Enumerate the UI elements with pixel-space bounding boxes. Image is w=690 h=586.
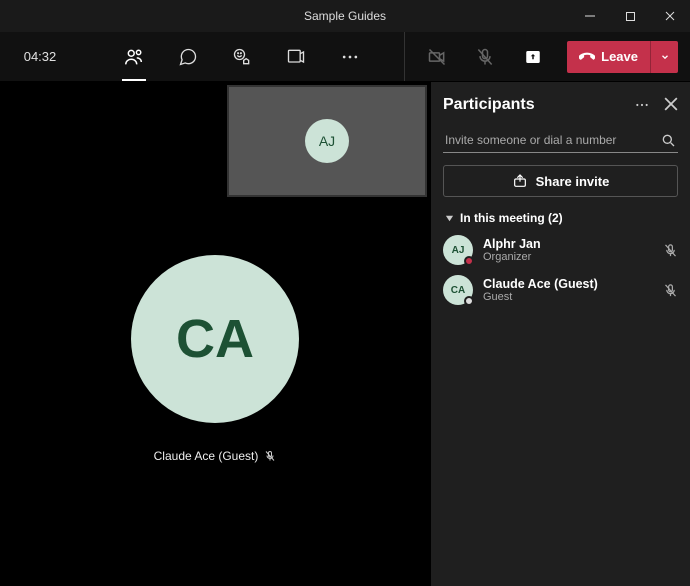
reactions-icon[interactable] [228, 43, 256, 71]
participant-name: Alphr Jan [483, 237, 653, 251]
self-tile: CA Claude Ace (Guest) [131, 255, 299, 463]
mic-off-icon[interactable] [663, 243, 678, 258]
invite-search-row [443, 128, 678, 153]
participant-row[interactable]: CA Claude Ace (Guest) Guest [443, 275, 678, 305]
share-invite-label: Share invite [536, 174, 610, 189]
toolbar-center [80, 43, 404, 71]
share-icon [512, 173, 528, 189]
avatar: CA [131, 255, 299, 423]
panel-more-icon[interactable] [634, 97, 650, 113]
presence-unknown-icon [464, 296, 474, 306]
main-area: AJ CA Claude Ace (Guest) Participants [0, 82, 690, 586]
close-window-button[interactable] [650, 0, 690, 32]
participant-name: Claude Ace (Guest) [483, 277, 653, 291]
invite-input[interactable] [445, 133, 660, 147]
panel-close-icon[interactable] [664, 97, 678, 113]
mic-off-icon [264, 450, 276, 462]
caret-down-icon [445, 214, 454, 223]
participant-list: AJ Alphr Jan Organizer CA Claude Ace (Gu… [443, 235, 678, 305]
participant-role: Organizer [483, 251, 653, 263]
section-label: In this meeting (2) [460, 211, 563, 225]
participant-thumbnail[interactable]: AJ [227, 85, 427, 197]
camera-off-icon[interactable] [423, 43, 451, 71]
titlebar: Sample Guides [0, 0, 690, 32]
call-timer: 04:32 [0, 49, 80, 64]
avatar: CA [443, 275, 473, 305]
toolbar-right: Leave [404, 32, 690, 81]
minimize-button[interactable] [570, 0, 610, 32]
chevron-down-icon [660, 52, 670, 62]
maximize-button[interactable] [610, 0, 650, 32]
participant-info: Alphr Jan Organizer [483, 237, 653, 263]
leave-main[interactable]: Leave [567, 41, 650, 73]
panel-header: Participants [443, 96, 678, 114]
call-toolbar: 04:32 [0, 32, 690, 82]
presence-busy-icon [464, 256, 474, 266]
panel-title: Participants [443, 96, 535, 114]
mic-off-icon[interactable] [663, 283, 678, 298]
participants-panel: Participants Share invite [430, 82, 690, 586]
leave-label: Leave [601, 49, 638, 64]
panel-header-actions [634, 97, 678, 113]
hangup-icon [579, 49, 595, 65]
chat-icon[interactable] [174, 43, 202, 71]
avatar: AJ [305, 119, 349, 163]
share-invite-button[interactable]: Share invite [443, 165, 678, 197]
mic-off-icon[interactable] [471, 43, 499, 71]
leave-button[interactable]: Leave [567, 41, 678, 73]
self-name-row: Claude Ace (Guest) [154, 449, 277, 463]
participant-info: Claude Ace (Guest) Guest [483, 277, 653, 303]
more-icon[interactable] [336, 43, 364, 71]
rooms-icon[interactable] [282, 43, 310, 71]
participant-role: Guest [483, 291, 653, 303]
share-screen-icon[interactable] [519, 43, 547, 71]
video-stage: AJ CA Claude Ace (Guest) [0, 82, 430, 586]
avatar: AJ [443, 235, 473, 265]
leave-chevron[interactable] [650, 41, 678, 73]
window-controls [570, 0, 690, 32]
self-name-label: Claude Ace (Guest) [154, 449, 259, 463]
participant-row[interactable]: AJ Alphr Jan Organizer [443, 235, 678, 265]
people-icon[interactable] [120, 43, 148, 71]
window-title: Sample Guides [304, 9, 386, 23]
search-icon[interactable] [660, 132, 676, 148]
section-header[interactable]: In this meeting (2) [443, 211, 678, 225]
